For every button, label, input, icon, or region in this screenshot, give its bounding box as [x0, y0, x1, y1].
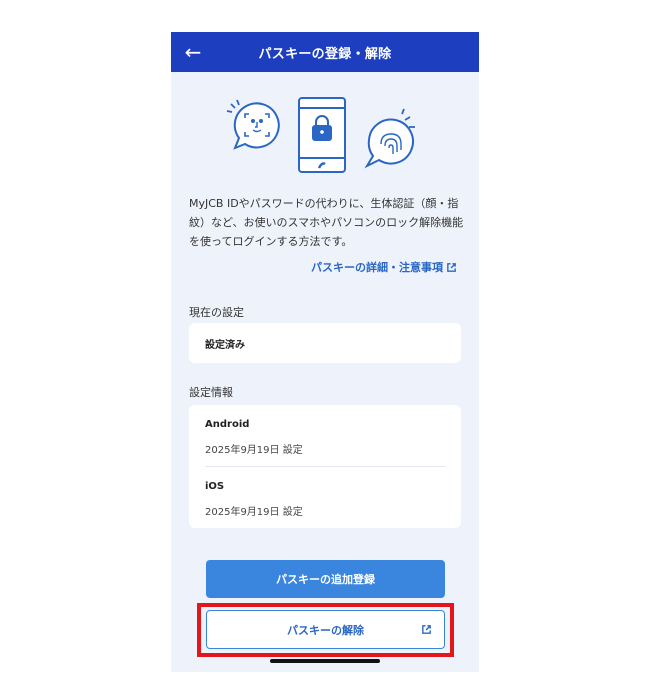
current-setting-label: 現在の設定: [189, 306, 244, 319]
fingerprint-icon: [364, 118, 414, 169]
device-date: 2025年9月19日 設定: [205, 445, 303, 456]
page-title: パスキーの登録・解除: [258, 46, 392, 62]
setting-info-label: 設定情報: [189, 386, 233, 399]
passkey-description: MyJCB IDやパスワードの代わりに、生体認証（顔・指紋）など、お使いのスマホ…: [189, 197, 464, 248]
remove-passkey-button[interactable]: パスキーの解除: [206, 610, 445, 649]
face-recognition-icon: [233, 102, 280, 150]
current-setting-value: 設定済み: [205, 340, 245, 351]
detail-link-label: パスキーの詳細・注意事項: [311, 261, 443, 274]
divider: [205, 466, 445, 467]
current-setting-card: 設定済み: [189, 323, 461, 363]
device-name: Android: [205, 419, 250, 430]
app-header: ← パスキーの登録・解除: [171, 32, 479, 72]
phone-screen: ← パスキーの登録・解除 MyJCB IDやパスワードの代わりに、生体認証（顔・…: [171, 32, 479, 672]
device-name: iOS: [205, 481, 225, 492]
add-passkey-label: パスキーの追加登録: [276, 573, 375, 586]
passkey-detail-link[interactable]: パスキーの詳細・注意事項: [311, 259, 457, 275]
home-indicator: [270, 659, 380, 663]
passkey-illustration: [226, 97, 415, 173]
arrow-left-icon: ←: [184, 40, 202, 64]
external-link-icon: [447, 262, 456, 272]
remove-passkey-label: パスキーの解除: [287, 623, 364, 637]
smartphone-lock-icon: [298, 97, 346, 173]
back-button[interactable]: ←: [181, 40, 205, 64]
external-link-icon: [422, 625, 431, 634]
setting-info-card: Android 2025年9月19日 設定 iOS 2025年9月19日 設定: [189, 405, 461, 528]
device-date: 2025年9月19日 設定: [205, 507, 303, 518]
add-passkey-button[interactable]: パスキーの追加登録: [206, 560, 445, 598]
